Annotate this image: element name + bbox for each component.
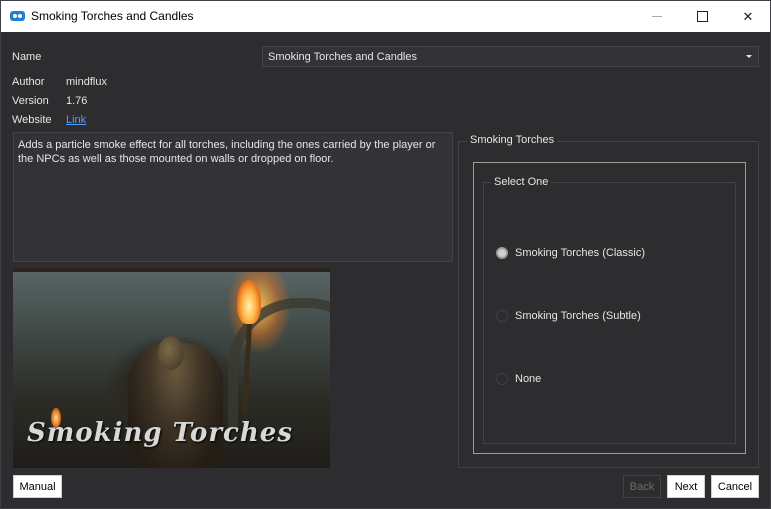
minimize-icon (652, 16, 662, 17)
minimize-button[interactable] (634, 1, 680, 32)
next-button[interactable]: Next (667, 475, 705, 498)
name-label: Name (12, 51, 42, 63)
cancel-button[interactable]: Cancel (711, 475, 759, 498)
image-brand-text: Smoking Torches (27, 418, 293, 448)
window-title: Smoking Torches and Candles (31, 9, 194, 23)
back-button[interactable]: Back (623, 475, 661, 498)
author-label: Author (12, 76, 45, 88)
radio-option-label: None (515, 373, 542, 385)
chevron-down-icon (746, 55, 752, 58)
manual-button[interactable]: Manual (13, 475, 62, 498)
name-dropdown[interactable]: Smoking Torches and Candles (262, 46, 759, 67)
website-label: Website (12, 114, 52, 126)
close-button[interactable]: ✕ (725, 1, 771, 32)
name-dropdown-value: Smoking Torches and Candles (268, 51, 417, 63)
radio-option-classic[interactable]: Smoking Torches (Classic) (496, 247, 645, 259)
maximize-button[interactable] (679, 1, 725, 32)
select-one-group-title: Select One (491, 176, 552, 188)
radio-checked-icon[interactable] (496, 247, 508, 259)
image-head (158, 336, 184, 370)
radio-option-label: Smoking Torches (Subtle) (515, 310, 641, 322)
title-bar: Smoking Torches and Candles ✕ (1, 1, 770, 32)
radio-unchecked-icon[interactable] (496, 310, 508, 322)
app-icon (10, 11, 25, 21)
radio-option-label: Smoking Torches (Classic) (515, 247, 646, 259)
author-value: mindflux (66, 76, 107, 88)
version-label: Version (12, 95, 49, 107)
maximize-icon (696, 11, 708, 22)
image-beam (13, 268, 330, 272)
installer-window: Smoking Torches and Candles ✕ Name Smoki… (0, 0, 771, 509)
smoking-torches-group-title: Smoking Torches (467, 134, 558, 146)
close-icon: ✕ (742, 8, 754, 24)
mod-preview-image: Smoking Torches (13, 268, 330, 468)
radio-option-none[interactable]: None (496, 373, 541, 385)
radio-option-subtle[interactable]: Smoking Torches (Subtle) (496, 310, 641, 322)
image-flame (237, 280, 261, 324)
radio-unchecked-icon[interactable] (496, 373, 508, 385)
version-value: 1.76 (66, 95, 88, 107)
description-box[interactable]: Adds a particle smoke effect for all tor… (13, 132, 453, 262)
website-link[interactable]: Link (66, 114, 86, 126)
